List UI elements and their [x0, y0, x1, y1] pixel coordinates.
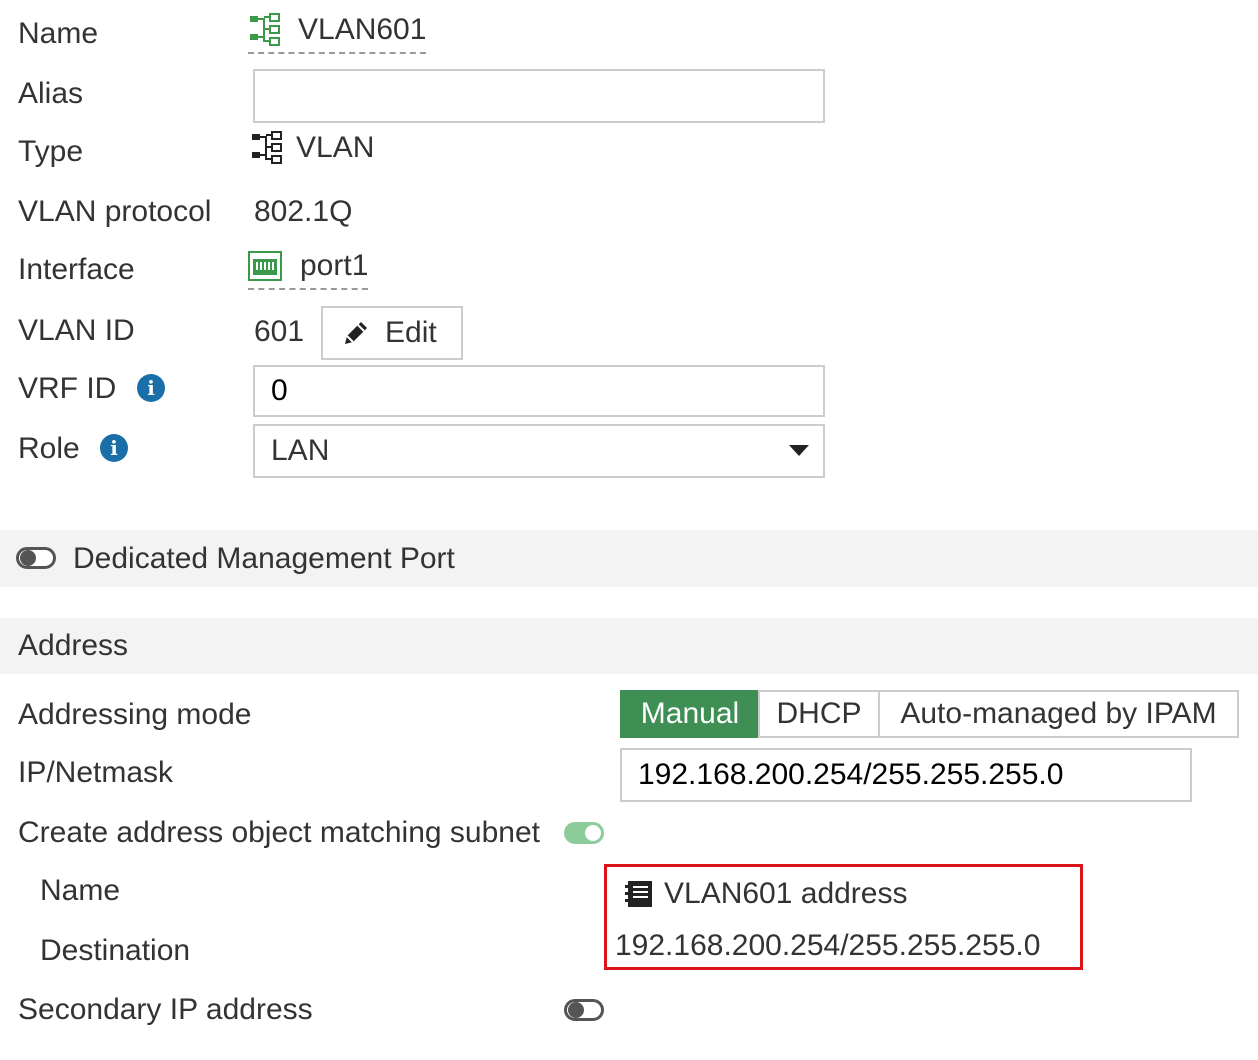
mode-ipam-button[interactable]: Auto-managed by IPAM [878, 690, 1239, 738]
addressing-mode-label: Addressing mode [18, 698, 252, 731]
address-section-title: Address [18, 629, 129, 662]
vrf-id-label: VRF ID [18, 372, 117, 405]
destination-value: 192.168.200.254/255.255.255.0 [615, 929, 1041, 962]
create-object-toggle[interactable] [564, 822, 604, 844]
edit-vlan-id-button[interactable]: Edit [321, 306, 463, 360]
vlan-icon [250, 13, 280, 46]
object-name-value: VLAN601 address [664, 877, 908, 910]
management-section: Dedicated Management Port [0, 530, 1258, 587]
vrf-id-input[interactable] [253, 365, 825, 417]
object-name-value-wrap: VLAN601 address [624, 874, 908, 914]
destination-label: Destination [40, 934, 191, 967]
mode-dhcp-button[interactable]: DHCP [758, 690, 880, 738]
type-value: VLAN [296, 131, 375, 164]
type-value-wrap: VLAN [250, 128, 374, 168]
info-icon[interactable]: i [137, 374, 165, 402]
management-toggle[interactable] [16, 547, 56, 569]
vlan-id-label: VLAN ID [18, 314, 135, 347]
role-label: Role [18, 432, 80, 465]
port-icon [248, 251, 282, 281]
object-name-label: Name [40, 874, 121, 907]
name-value-link[interactable]: VLAN601 [248, 10, 427, 58]
role-select[interactable]: LAN [253, 424, 825, 478]
pencil-icon [345, 322, 367, 344]
secondary-ip-label: Secondary IP address [18, 993, 313, 1026]
alias-label: Alias [18, 77, 84, 110]
vlan-protocol-label: VLAN protocol [18, 195, 212, 228]
alias-input[interactable] [253, 69, 825, 123]
ip-netmask-label: IP/Netmask [18, 756, 174, 789]
address-section-header: Address [0, 618, 1258, 674]
name-label: Name [18, 17, 99, 50]
edit-button-label: Edit [385, 316, 437, 349]
secondary-ip-toggle[interactable] [564, 999, 604, 1021]
type-label: Type [18, 135, 84, 168]
caret-down-icon [789, 445, 809, 456]
info-icon[interactable]: i [100, 434, 128, 462]
vlan-icon [252, 131, 282, 164]
interface-value-link[interactable]: port1 [248, 246, 369, 292]
vlan-protocol-value: 802.1Q [254, 195, 353, 228]
vlan-id-value: 601 [254, 315, 305, 348]
mode-manual-button[interactable]: Manual [620, 690, 760, 738]
role-selected-value: LAN [271, 434, 330, 467]
interface-label: Interface [18, 253, 135, 286]
interface-value: port1 [300, 249, 369, 282]
management-label: Dedicated Management Port [73, 541, 455, 575]
ip-netmask-input[interactable] [620, 748, 1192, 802]
address-book-icon [625, 881, 652, 907]
name-value: VLAN601 [298, 13, 427, 46]
create-object-label: Create address object matching subnet [18, 816, 540, 849]
